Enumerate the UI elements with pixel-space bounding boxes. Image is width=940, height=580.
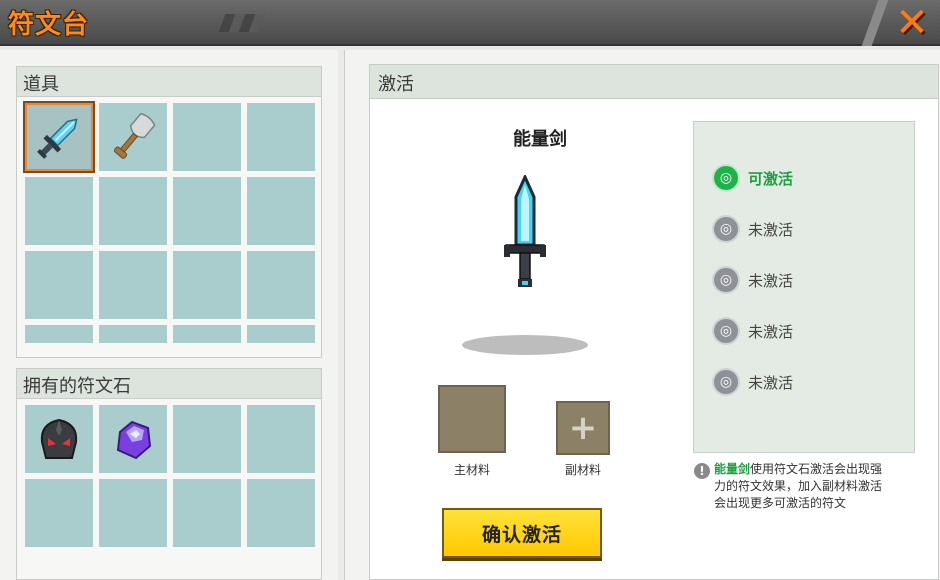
rune-state-label: 可激活	[748, 169, 794, 188]
item-slot-empty[interactable]	[25, 251, 93, 319]
item-slot-empty[interactable]	[99, 177, 167, 245]
item-slot-empty[interactable]	[25, 177, 93, 245]
main-material-slot[interactable]	[438, 385, 506, 453]
energy-sword-icon	[504, 175, 546, 287]
items-panel-title: 道具	[17, 67, 321, 97]
rune-state-row: ◎ 未激活	[714, 266, 793, 294]
item-slot-empty[interactable]	[247, 103, 315, 171]
rune-inactive-icon: ◎	[714, 370, 738, 394]
rune-state-row: ◎ 未激活	[714, 317, 793, 345]
sword-icon	[37, 118, 78, 159]
item-slot-empty[interactable]	[173, 103, 241, 171]
rune-state-row: ◎ 未激活	[714, 215, 793, 243]
runes-grid	[17, 399, 321, 553]
item-slot-empty[interactable]	[247, 251, 315, 319]
item-slot-empty[interactable]	[173, 325, 241, 343]
rune-state-label: 未激活	[748, 271, 794, 290]
dark-helmet-icon	[40, 418, 78, 459]
sub-material-slot[interactable]: +	[556, 401, 610, 455]
rune-slot-empty[interactable]	[173, 405, 241, 473]
item-slot-empty[interactable]	[25, 325, 93, 343]
rune-state-label: 未激活	[748, 322, 794, 341]
runes-panel: 拥有的符文石	[16, 368, 322, 580]
rune-active-icon: ◎	[714, 166, 738, 190]
close-button[interactable]: ✕	[884, 0, 940, 46]
info-text: 能量剑使用符文石激活会出现强力的符文效果，加入副材料激活会出现更多可激活的符文	[714, 461, 892, 512]
item-slot-sword[interactable]	[23, 101, 95, 173]
rune-state-row: ◎ 可激活	[714, 164, 793, 192]
item-slot-shovel[interactable]	[99, 103, 167, 171]
right-column: 激活 能量剑 主材料 + 副材料 确认激活 ◎ 可激活 ◎ 未激活 ◎ 未激活 …	[344, 50, 940, 580]
shovel-icon	[113, 112, 156, 159]
rune-state-list: ◎ 可激活 ◎ 未激活 ◎ 未激活 ◎ 未激活 ◎ 未激活	[693, 121, 915, 453]
item-slot-empty[interactable]	[247, 177, 315, 245]
rune-slot-empty[interactable]	[25, 479, 93, 547]
plus-icon: +	[568, 408, 598, 448]
items-panel: 道具	[16, 66, 322, 358]
item-slot-empty[interactable]	[247, 325, 315, 343]
item-slot-empty[interactable]	[99, 325, 167, 343]
runes-panel-title: 拥有的符文石	[17, 369, 321, 399]
sub-material-label: 副材料	[564, 463, 601, 477]
rune-slot-crystal[interactable]	[99, 405, 167, 473]
left-column: 道具 拥有的符文石	[0, 50, 338, 580]
title-bar: 符文台 ✕	[0, 0, 940, 46]
rune-state-label: 未激活	[748, 373, 794, 392]
rune-state-label: 未激活	[748, 220, 794, 239]
window-title: 符文台	[8, 10, 90, 40]
confirm-activate-button[interactable]: 确认激活	[442, 508, 602, 558]
purple-crystal-icon	[116, 420, 152, 460]
rune-state-row: ◎ 未激活	[714, 368, 793, 396]
rune-slot-empty[interactable]	[247, 405, 315, 473]
rune-inactive-icon: ◎	[714, 268, 738, 292]
item-slot-empty[interactable]	[173, 177, 241, 245]
weapon-name: 能量剑	[513, 129, 567, 150]
item-slot-empty[interactable]	[99, 251, 167, 319]
item-shadow	[462, 335, 588, 355]
title-decoration	[218, 14, 266, 32]
main-material-label: 主材料	[453, 463, 490, 477]
activate-panel-title: 激活	[370, 65, 938, 99]
rune-slot-empty[interactable]	[247, 479, 315, 547]
info-highlight: 能量剑	[714, 462, 751, 476]
rune-slot-empty[interactable]	[99, 479, 167, 547]
activate-panel: 激活 能量剑 主材料 + 副材料 确认激活 ◎ 可激活 ◎ 未激活 ◎ 未激活 …	[369, 64, 939, 580]
close-x-icon: ✕	[895, 0, 929, 46]
rune-inactive-icon: ◎	[714, 217, 738, 241]
item-slot-empty[interactable]	[173, 251, 241, 319]
rune-slot-empty[interactable]	[173, 479, 241, 547]
rune-inactive-icon: ◎	[714, 319, 738, 343]
rune-slot-helmet[interactable]	[25, 405, 93, 473]
items-grid	[17, 97, 321, 349]
info-icon: !	[694, 463, 710, 479]
